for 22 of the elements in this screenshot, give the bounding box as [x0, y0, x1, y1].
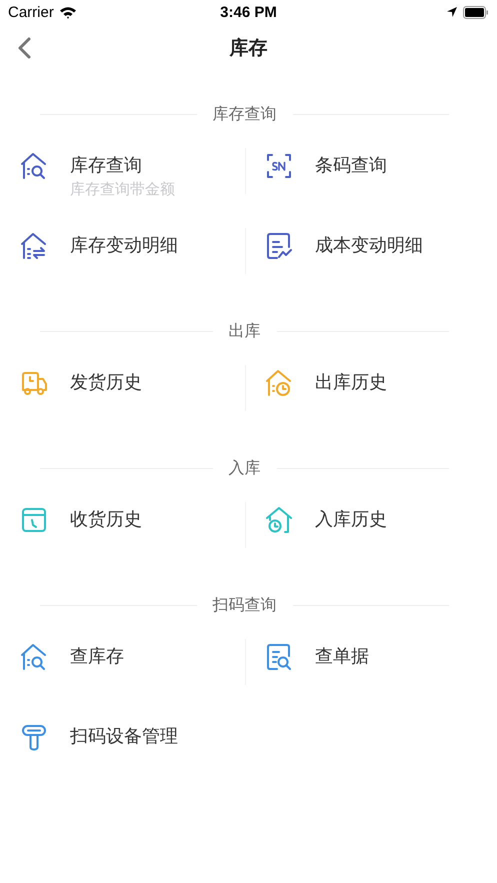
menu-item[interactable]: 库存变动明细 [70, 234, 178, 258]
menu-item[interactable]: 条码查询 [315, 154, 387, 178]
menu-item[interactable]: 出库历史 [315, 371, 387, 395]
menu-item[interactable]: 收货历史 [70, 508, 142, 532]
menu-item[interactable]: 扫码设备管理 [70, 725, 178, 749]
menu-item-subtitle: 库存查询带金额 [70, 179, 175, 200]
menu-item[interactable]: 库存查询 [70, 154, 175, 178]
menu-item[interactable]: 查单据 [315, 645, 369, 669]
carrier-name: Carrier [8, 4, 54, 20]
page-title: 库存 [230, 36, 268, 61]
wifi-icon [58, 6, 77, 18]
section-title: 扫码查询 [212, 594, 276, 616]
section-title: 入库 [228, 458, 260, 478]
location-icon [446, 6, 458, 18]
battery-icon [462, 6, 489, 18]
section-title: 出库 [228, 320, 260, 342]
status-time: 3:46 PM [220, 4, 277, 20]
menu-item[interactable]: 发货历史 [70, 371, 142, 395]
menu-item[interactable]: 成本变动明细 [315, 234, 423, 258]
menu-item[interactable]: 查库存 [70, 645, 124, 669]
menu-item[interactable]: 入库历史 [315, 508, 387, 532]
section-title: 库存查询 [212, 104, 276, 124]
